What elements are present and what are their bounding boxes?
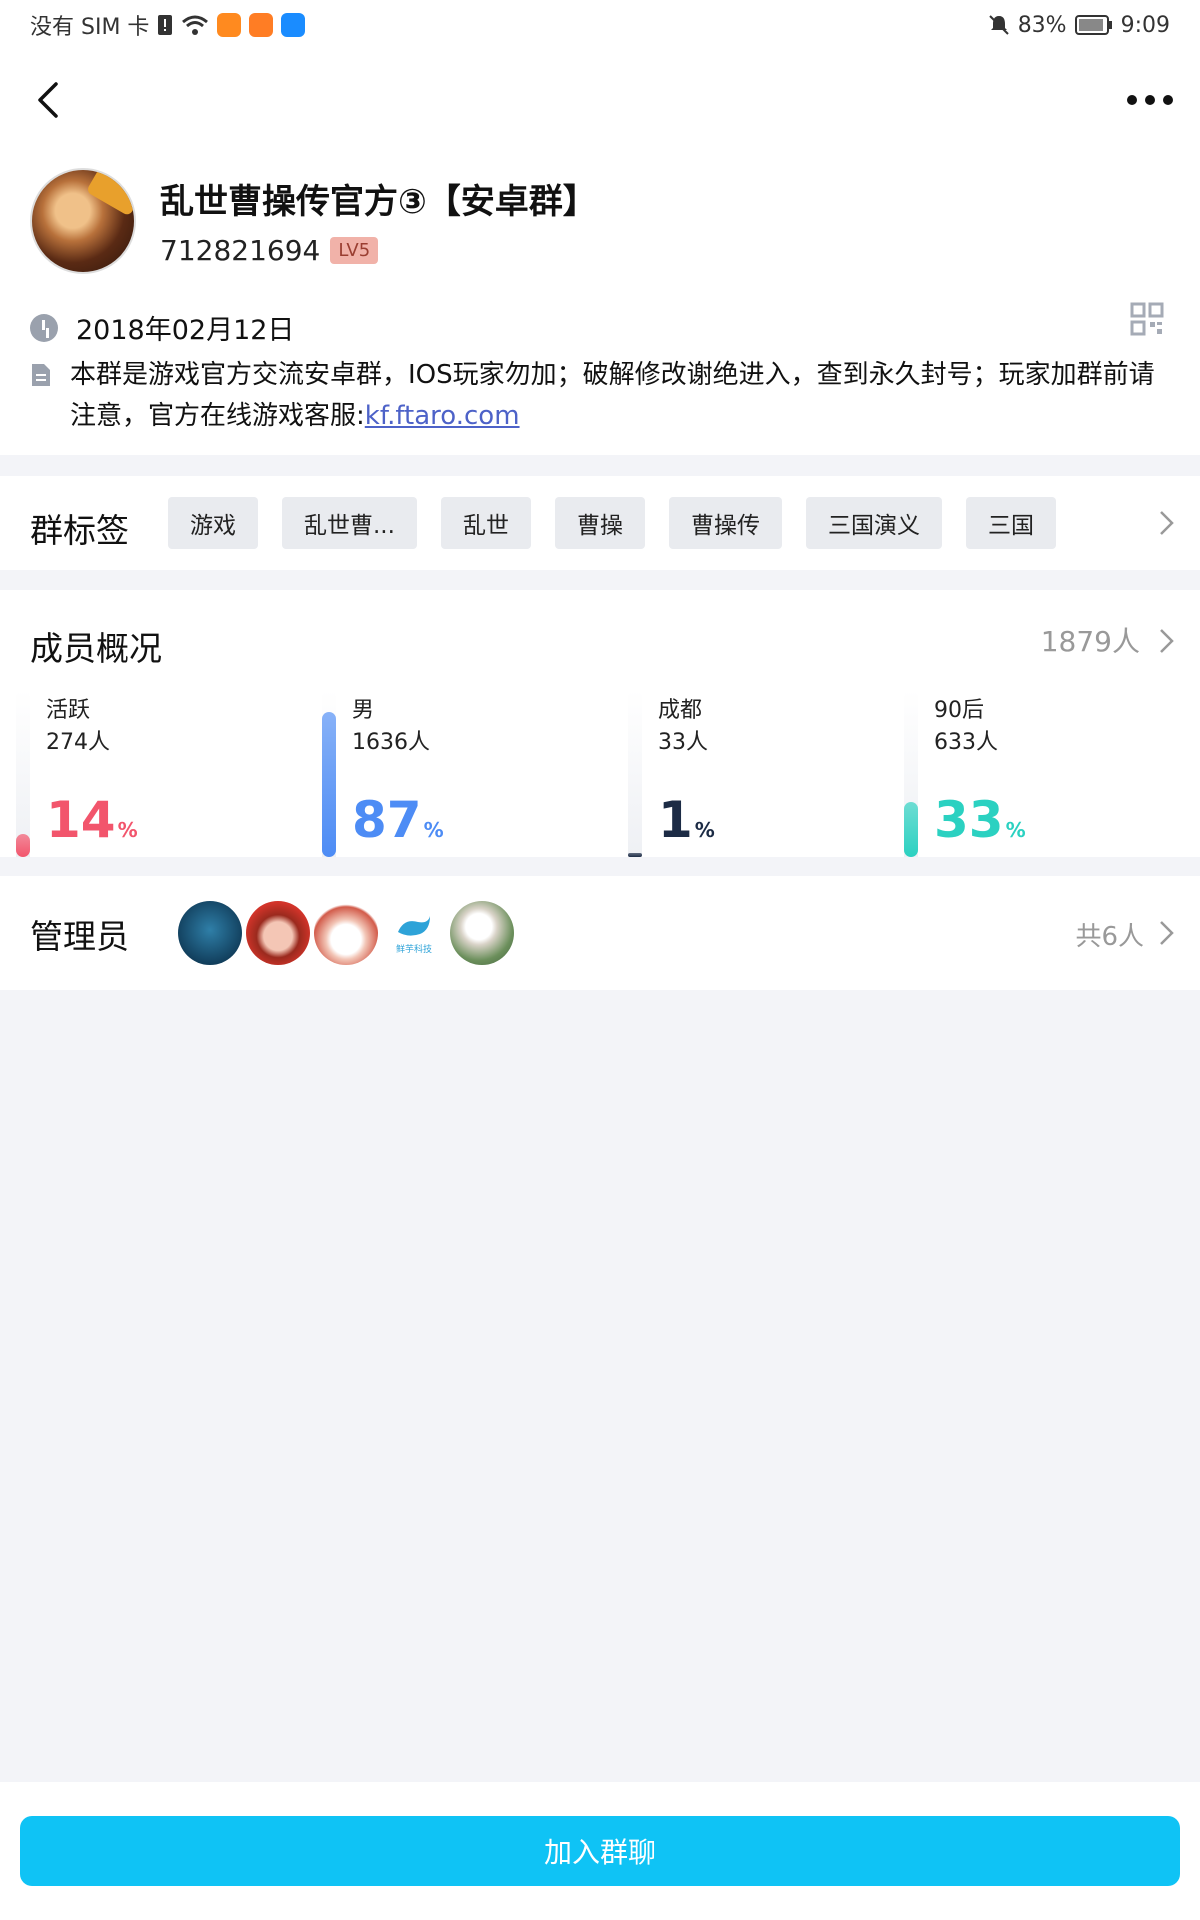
stat-bar-track <box>904 690 918 857</box>
admins-card: 管理员 鲜芋科技 共6人 <box>0 876 1200 990</box>
admins-title: 管理员 <box>30 917 129 956</box>
tag-list: 游戏 乱世曹... 乱世 曹操 曹操传 三国演义 三国 <box>168 497 1056 549</box>
stat-label: 活跃 <box>46 698 91 723</box>
status-right: 83% 9:09 <box>988 13 1170 38</box>
status-bar: 没有 SIM 卡 83% 9:09 <box>0 0 1200 50</box>
stat-percent: 87% <box>352 793 444 857</box>
chevron-right-icon[interactable] <box>1158 508 1176 538</box>
group-id-row: 712821694 LV5 <box>160 234 379 267</box>
status-left: 没有 SIM 卡 <box>30 9 306 41</box>
stat-bar-fill <box>16 834 30 857</box>
battery-icon <box>1074 15 1112 35</box>
percent-value: 87 <box>352 791 422 849</box>
video-app-icon <box>217 13 242 37</box>
percent-value: 33 <box>934 791 1004 849</box>
tag-item[interactable]: 乱世曹... <box>282 497 417 549</box>
members-overview-card: 成员概况 1879人 活跃 274人 14% 男 1636人 87% 成都 33… <box>0 590 1200 857</box>
wifi-icon <box>182 15 209 35</box>
qr-code-icon[interactable] <box>1130 302 1164 336</box>
stat-male: 男 1636人 87% <box>322 690 602 857</box>
group-avatar[interactable] <box>30 168 136 274</box>
tag-item[interactable]: 曹操 <box>554 497 645 549</box>
percent-sign: % <box>1005 818 1026 842</box>
stat-label: 90后 <box>934 698 984 723</box>
carrier-text: 没有 SIM 卡 <box>30 15 150 40</box>
member-total[interactable]: 1879人 <box>1041 620 1140 660</box>
game-app-icon <box>249 13 274 37</box>
sim-alert-icon <box>158 15 173 35</box>
group-tags-card: 群标签 游戏 乱世曹... 乱世 曹操 曹操传 三国演义 三国 <box>0 476 1200 570</box>
created-date: 2018年02月12日 <box>76 315 295 346</box>
chevron-right-icon[interactable] <box>1158 918 1176 948</box>
admin-avatar[interactable] <box>314 901 378 965</box>
tag-item[interactable]: 乱世 <box>440 497 531 549</box>
stat-bar-fill <box>904 802 918 857</box>
percent-sign: % <box>694 818 715 842</box>
admin-total[interactable]: 共6人 <box>1075 916 1144 953</box>
admin-avatar[interactable] <box>246 901 310 965</box>
battery-percent: 83% <box>1017 12 1067 38</box>
group-id: 712821694 <box>160 234 321 267</box>
stat-bar-track <box>16 690 30 857</box>
stat-active: 活跃 274人 14% <box>16 690 296 857</box>
stat-percent: 33% <box>934 793 1026 857</box>
created-date-row: 2018年02月12日 <box>30 308 294 347</box>
tag-item[interactable]: 三国 <box>965 497 1056 549</box>
chevron-right-icon[interactable] <box>1158 626 1176 656</box>
description-row: 本群是游戏官方交流安卓群，IOS玩家勿加；破解修改谢绝进入，查到永久封号；玩家加… <box>30 355 1170 437</box>
tag-item[interactable]: 曹操传 <box>668 497 782 549</box>
bottom-bar: 加入群聊 <box>0 1782 1200 1920</box>
stat-bar-track <box>322 690 336 857</box>
admin-avatar[interactable]: 鲜芋科技 <box>382 901 446 965</box>
stat-count: 633人 <box>934 730 998 755</box>
stat-label: 男 <box>352 698 375 723</box>
nav-bar <box>0 50 1200 150</box>
document-icon <box>32 364 50 386</box>
stat-count: 274人 <box>46 730 110 755</box>
admin-avatar-list: 鲜芋科技 <box>178 901 514 965</box>
stat-percent: 1% <box>658 793 715 857</box>
stat-count: 33人 <box>658 730 708 755</box>
stat-count: 1636人 <box>352 730 430 755</box>
group-name: 乱世曹操传官方③【安卓群】 <box>160 182 597 222</box>
stat-bar-fill <box>322 712 336 857</box>
join-group-button[interactable]: 加入群聊 <box>20 1816 1180 1886</box>
stat-bar-fill <box>628 853 642 857</box>
stat-city: 成都 33人 1% <box>628 690 908 857</box>
admin-logo-text: 鲜芋科技 <box>395 944 432 955</box>
admin-avatar[interactable] <box>178 901 242 965</box>
percent-value: 14 <box>46 791 116 849</box>
back-arrow-icon[interactable] <box>30 80 70 120</box>
whale-logo-icon <box>398 915 430 936</box>
service-link[interactable]: kf.ftaro.com <box>365 401 520 431</box>
tags-title: 群标签 <box>30 511 129 550</box>
level-badge: LV5 <box>330 237 379 264</box>
description: 本群是游戏官方交流安卓群，IOS玩家勿加；破解修改谢绝进入，查到永久封号；玩家加… <box>70 355 1170 437</box>
tag-item[interactable]: 游戏 <box>168 497 258 549</box>
tag-item[interactable]: 三国演义 <box>805 497 942 549</box>
admin-avatar[interactable] <box>450 901 514 965</box>
stat-percent: 14% <box>46 793 138 857</box>
percent-sign: % <box>423 818 444 842</box>
stat-bar-track <box>628 690 642 857</box>
stat-label: 成都 <box>658 698 703 723</box>
stat-age: 90后 633人 33% <box>904 690 1184 857</box>
percent-value: 1 <box>658 791 693 849</box>
members-title: 成员概况 <box>30 629 162 668</box>
clock-icon <box>30 313 58 342</box>
mute-bell-icon <box>988 15 1009 35</box>
blue-app-icon <box>281 13 306 37</box>
more-options-icon[interactable] <box>1120 80 1180 120</box>
percent-sign: % <box>117 818 138 842</box>
description-text: 本群是游戏官方交流安卓群，IOS玩家勿加；破解修改谢绝进入，查到永久封号；玩家加… <box>70 360 1155 431</box>
group-info-card: 乱世曹操传官方③【安卓群】 712821694 LV5 2018年02月12日 … <box>0 150 1200 455</box>
clock-time: 9:09 <box>1120 12 1170 38</box>
group-profile-page: 没有 SIM 卡 83% 9:09 乱世曹操传官方③【安卓群】 71282169… <box>0 0 1200 1920</box>
